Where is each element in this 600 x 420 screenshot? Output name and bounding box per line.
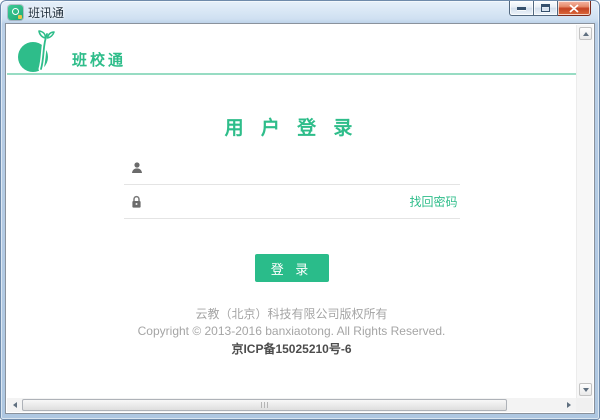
brand-header: 班校通 (7, 25, 576, 73)
arrow-down-icon (582, 387, 589, 392)
footer-icp: 京ICP备15025210号-6 (231, 342, 352, 356)
login-form: 找回密码 (123, 151, 460, 219)
person-icon (129, 160, 145, 176)
close-button[interactable] (558, 1, 591, 16)
maximize-icon (541, 4, 550, 12)
minimize-icon (517, 6, 526, 10)
header-divider (7, 73, 576, 75)
client-area: 班校通 用 户 登 录 找回密码 登 录 云教（北京）科技有限公司版权所有 Co… (5, 23, 595, 414)
app-window: 班讯通 班校通 用 户 登 录 找回密码 登 录 云教（北京）科技有限公司版权所… (0, 0, 600, 420)
minimize-button[interactable] (509, 1, 534, 16)
vertical-scrollbar[interactable] (576, 25, 593, 398)
thumb-grip (260, 402, 269, 408)
footer: 云教（北京）科技有限公司版权所有 Copyright © 2013-2016 b… (7, 306, 576, 358)
scroll-up-button[interactable] (579, 27, 592, 40)
login-page: 班校通 用 户 登 录 找回密码 登 录 云教（北京）科技有限公司版权所有 Co… (7, 25, 576, 398)
arrow-right-icon (566, 402, 571, 408)
arrow-left-icon (12, 402, 17, 408)
username-row (123, 151, 460, 185)
app-sprout-icon (8, 4, 23, 20)
maximize-button[interactable] (534, 1, 558, 16)
horizontal-scrollbar-thumb[interactable] (22, 399, 507, 411)
footer-copyright: Copyright © 2013-2016 banxiaotong. All R… (137, 324, 446, 338)
close-icon (569, 3, 579, 13)
brand-name: 班校通 (72, 51, 127, 69)
login-button[interactable]: 登 录 (254, 254, 329, 282)
sprout-logo-icon (18, 30, 55, 72)
forgot-password-link[interactable]: 找回密码 (409, 193, 457, 210)
window-title: 班讯通 (28, 5, 65, 20)
password-input[interactable] (144, 194, 410, 209)
footer-company: 云教（北京）科技有限公司版权所有 (195, 307, 388, 321)
scroll-down-button[interactable] (579, 383, 592, 396)
arrow-up-icon (582, 31, 589, 36)
username-input[interactable] (144, 160, 460, 175)
scrollbar-corner (576, 398, 593, 412)
password-row: 找回密码 (123, 185, 460, 219)
caption-buttons (509, 1, 591, 16)
scroll-left-button[interactable] (7, 398, 22, 412)
page-title: 用 户 登 录 (224, 118, 359, 139)
lock-icon (129, 194, 145, 210)
scroll-right-button[interactable] (561, 398, 576, 412)
horizontal-scrollbar[interactable] (7, 398, 576, 412)
